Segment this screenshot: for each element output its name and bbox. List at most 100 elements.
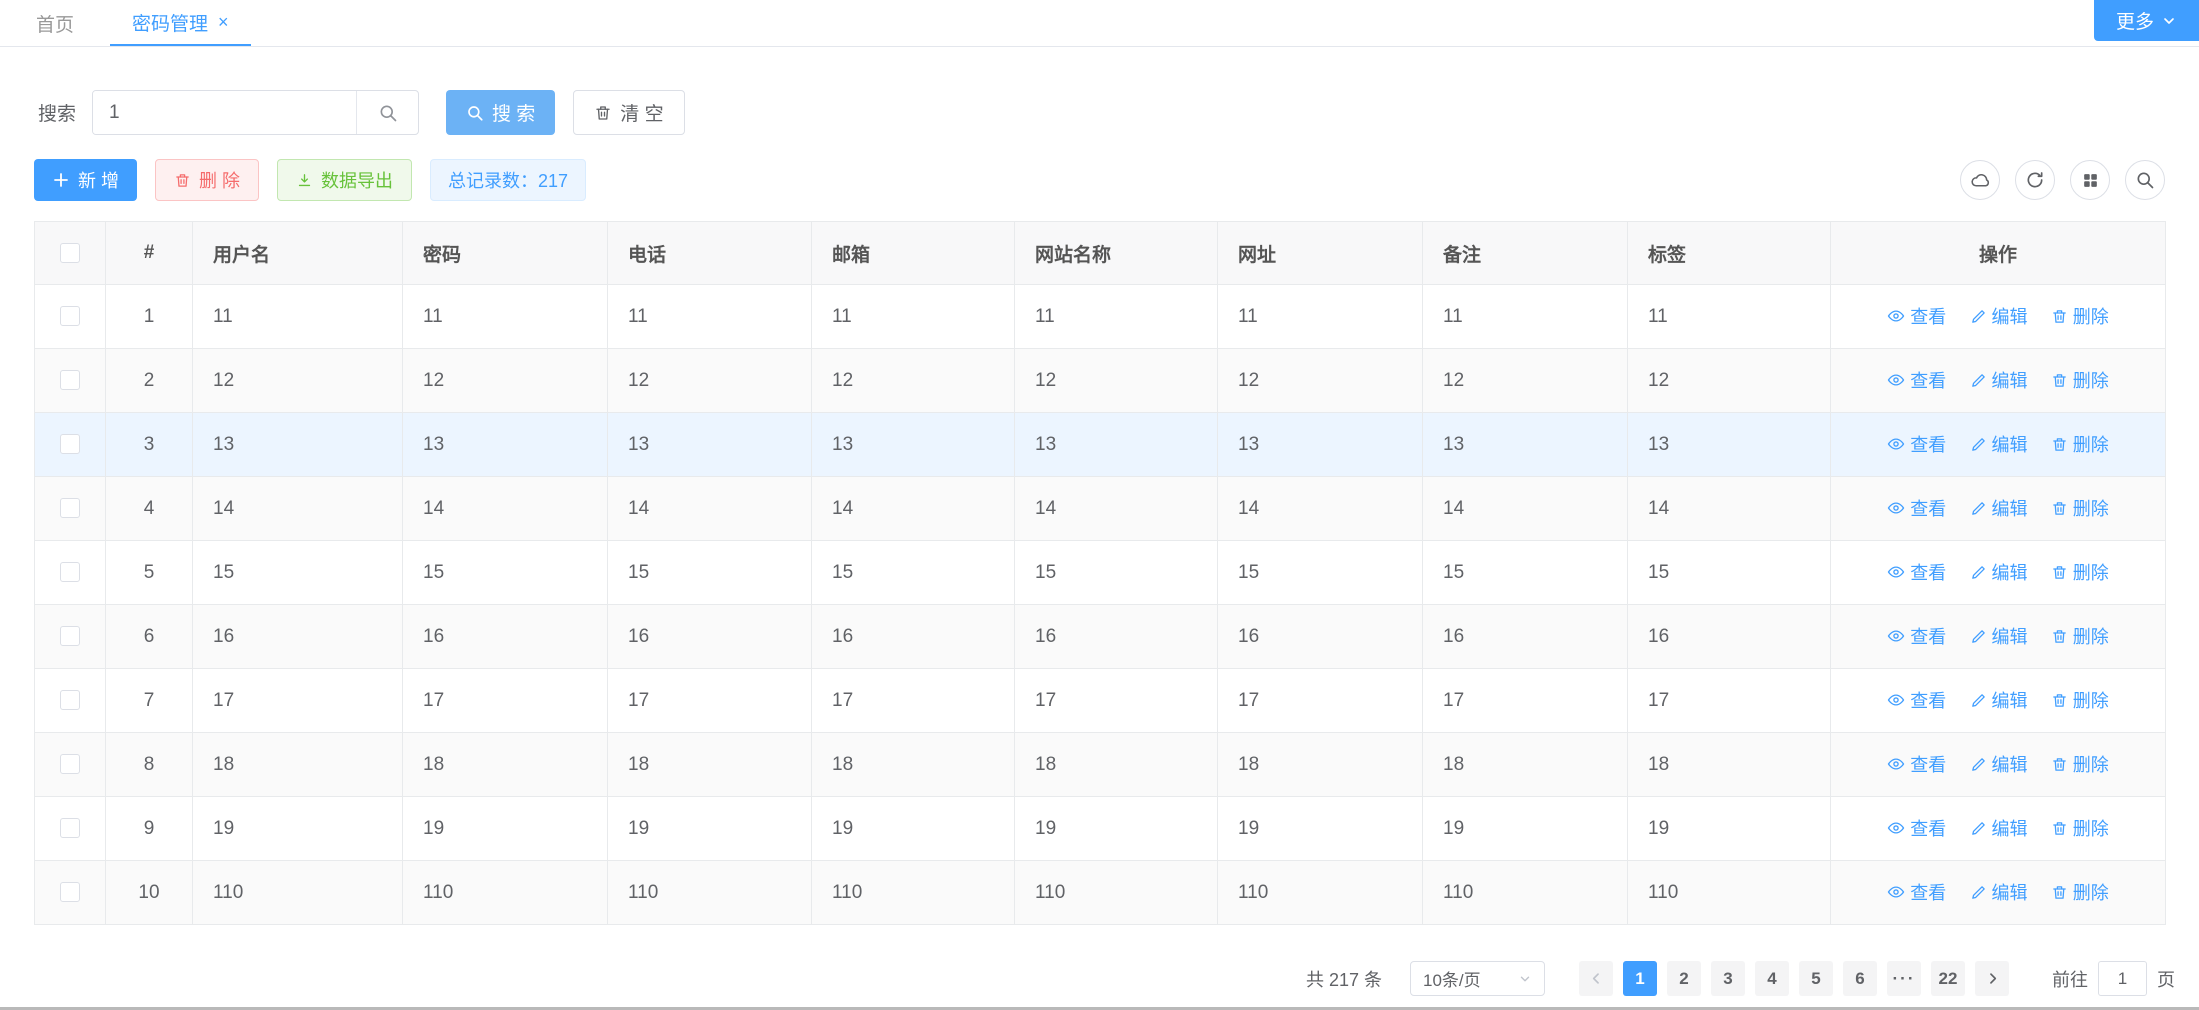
pager-page-22[interactable]: 22 (1931, 961, 1965, 996)
row-checkbox[interactable] (60, 754, 80, 774)
view-action[interactable]: 查看 (1887, 367, 1946, 393)
pager-page-3[interactable]: 3 (1711, 961, 1745, 996)
delete-action[interactable]: 删除 (2051, 815, 2109, 841)
eye-icon (1887, 307, 1905, 325)
row-checkbox[interactable] (60, 434, 80, 454)
delete-button[interactable]: 删 除 (155, 159, 259, 201)
eye-icon (1887, 371, 1905, 389)
view-action[interactable]: 查看 (1887, 751, 1946, 777)
row-checkbox[interactable] (60, 498, 80, 518)
row-checkbox[interactable] (60, 818, 80, 838)
pager-page-2[interactable]: 2 (1667, 961, 1701, 996)
table-row[interactable]: 6 16 16 16 16 16 16 16 16 查看 编辑 (35, 605, 2166, 669)
page-size-select[interactable]: 10条/页 (1410, 961, 1545, 996)
edit-action[interactable]: 编辑 (1970, 623, 2028, 649)
pager-next-button[interactable] (1975, 961, 2009, 996)
edit-action[interactable]: 编辑 (1970, 303, 2028, 329)
table-row[interactable]: 5 15 15 15 15 15 15 15 15 查看 编辑 (35, 541, 2166, 605)
delete-action[interactable]: 删除 (2051, 879, 2109, 905)
edit-action[interactable]: 编辑 (1970, 495, 2028, 521)
tab-home[interactable]: 首页 (14, 0, 96, 46)
delete-action[interactable]: 删除 (2051, 623, 2109, 649)
clear-button[interactable]: 清 空 (573, 90, 684, 135)
search-input[interactable] (93, 91, 356, 134)
pager-page-1[interactable]: 1 (1623, 961, 1657, 996)
edit-action[interactable]: 编辑 (1970, 559, 2028, 585)
edit-action[interactable]: 编辑 (1970, 751, 2028, 777)
row-cell: 11 (1423, 285, 1628, 349)
row-cell: 16 (1015, 605, 1218, 669)
pager-page-6[interactable]: 6 (1843, 961, 1877, 996)
row-checkbox[interactable] (60, 370, 80, 390)
view-action[interactable]: 查看 (1887, 431, 1946, 457)
row-cell: 16 (193, 605, 403, 669)
view-action-label: 查看 (1910, 303, 1946, 329)
delete-action[interactable]: 删除 (2051, 559, 2109, 585)
table-row[interactable]: 8 18 18 18 18 18 18 18 18 查看 编辑 (35, 733, 2166, 797)
edit-action-label: 编辑 (1992, 751, 2028, 777)
delete-action[interactable]: 删除 (2051, 751, 2109, 777)
close-tab-icon[interactable]: × (218, 13, 229, 31)
row-index: 2 (106, 349, 193, 413)
row-checkbox[interactable] (60, 690, 80, 710)
tab-password-management[interactable]: 密码管理 × (110, 0, 251, 46)
row-cell: 15 (1015, 541, 1218, 605)
edit-action[interactable]: 编辑 (1970, 431, 2028, 457)
delete-action-label: 删除 (2073, 751, 2109, 777)
view-action[interactable]: 查看 (1887, 815, 1946, 841)
row-checkbox[interactable] (60, 306, 80, 326)
chevron-down-icon (2161, 13, 2177, 29)
select-all-checkbox[interactable] (60, 243, 80, 263)
row-checkbox[interactable] (60, 882, 80, 902)
view-action[interactable]: 查看 (1887, 623, 1946, 649)
delete-action[interactable]: 删除 (2051, 687, 2109, 713)
edit-action[interactable]: 编辑 (1970, 815, 2028, 841)
delete-action[interactable]: 删除 (2051, 431, 2109, 457)
delete-action[interactable]: 删除 (2051, 367, 2109, 393)
header-email: 邮箱 (812, 222, 1015, 285)
delete-action[interactable]: 删除 (2051, 495, 2109, 521)
refresh-button[interactable] (2015, 160, 2055, 200)
row-index: 10 (106, 861, 193, 925)
table-row[interactable]: 1 11 11 11 11 11 11 11 11 查看 编辑 (35, 285, 2166, 349)
edit-action[interactable]: 编辑 (1970, 879, 2028, 905)
pager-ellipsis[interactable]: ··· (1887, 961, 1921, 996)
view-action[interactable]: 查看 (1887, 559, 1946, 585)
eye-icon (1887, 563, 1905, 581)
table-row[interactable]: 2 12 12 12 12 12 12 12 12 查看 编辑 (35, 349, 2166, 413)
table-row[interactable]: 7 17 17 17 17 17 17 17 17 查看 编辑 (35, 669, 2166, 733)
pager-prev-button[interactable] (1579, 961, 1613, 996)
view-action[interactable]: 查看 (1887, 879, 1946, 905)
edit-action[interactable]: 编辑 (1970, 687, 2028, 713)
header-password: 密码 (403, 222, 608, 285)
pager-page-4[interactable]: 4 (1755, 961, 1789, 996)
pager-page-5[interactable]: 5 (1799, 961, 1833, 996)
view-action[interactable]: 查看 (1887, 687, 1946, 713)
view-action[interactable]: 查看 (1887, 303, 1946, 329)
trash-icon (2051, 820, 2068, 837)
more-button[interactable]: 更多 (2094, 0, 2199, 41)
add-button[interactable]: 新 增 (34, 159, 137, 201)
row-checkbox[interactable] (60, 562, 80, 582)
search-input-append[interactable] (356, 91, 418, 134)
row-checkbox[interactable] (60, 626, 80, 646)
row-cell: 15 (403, 541, 608, 605)
delete-action[interactable]: 删除 (2051, 303, 2109, 329)
total-records-badge: 总记录数：217 (430, 159, 586, 201)
export-button[interactable]: 数据导出 (277, 159, 412, 201)
edit-action[interactable]: 编辑 (1970, 367, 2028, 393)
zoom-button[interactable] (2125, 160, 2165, 200)
cloud-icon (1970, 170, 1991, 191)
goto-page-input[interactable] (2098, 961, 2147, 996)
search-button[interactable]: 搜 索 (446, 90, 555, 135)
table-row[interactable]: 3 13 13 13 13 13 13 13 13 查看 编辑 (35, 413, 2166, 477)
table-row[interactable]: 4 14 14 14 14 14 14 14 14 查看 编辑 (35, 477, 2166, 541)
view-action-label: 查看 (1910, 879, 1946, 905)
cloud-sync-button[interactable] (1960, 160, 2000, 200)
trash-icon (2051, 308, 2068, 325)
grid-view-button[interactable] (2070, 160, 2110, 200)
edit-action-label: 编辑 (1992, 879, 2028, 905)
table-row[interactable]: 9 19 19 19 19 19 19 19 19 查看 编辑 (35, 797, 2166, 861)
view-action[interactable]: 查看 (1887, 495, 1946, 521)
table-row[interactable]: 10 110 110 110 110 110 110 110 110 查看 编辑 (35, 861, 2166, 925)
